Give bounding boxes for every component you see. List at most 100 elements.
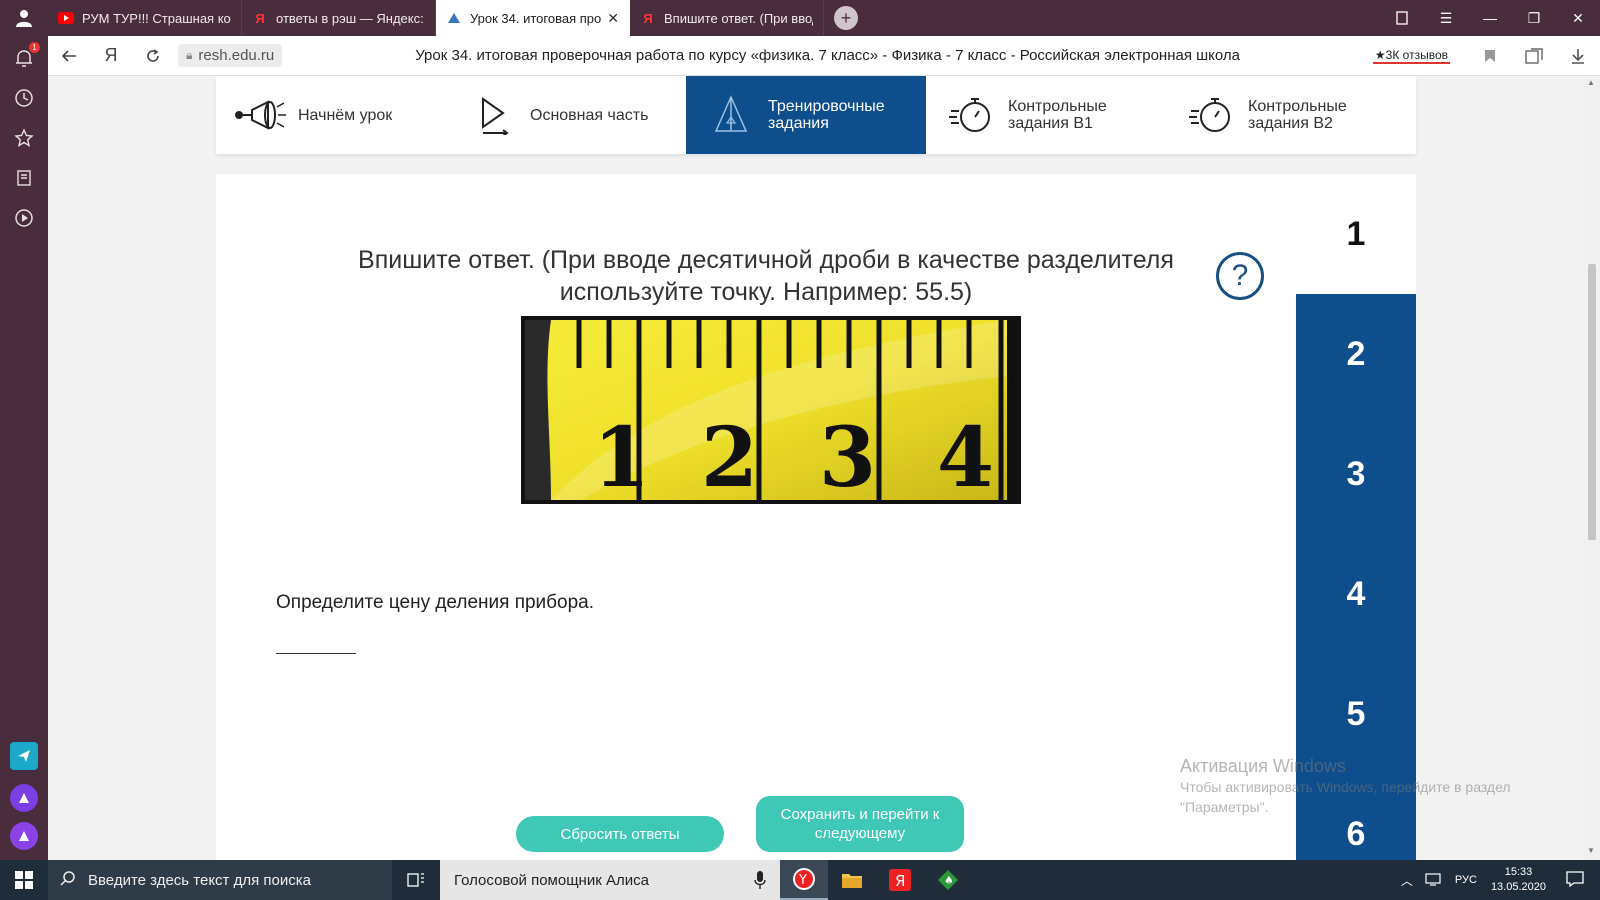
clock-date: 13.05.2020 <box>1490 881 1546 893</box>
pyramid-icon <box>704 95 758 135</box>
nav-label: Начнём урок <box>298 106 393 124</box>
resh-icon <box>446 10 462 26</box>
clock[interactable]: 15:33 13.05.2020 <box>1491 865 1546 895</box>
task-instruction: Впишите ответ. (При вводе десятичной дро… <box>358 246 1174 306</box>
scroll-down-icon[interactable]: ▼ <box>1587 846 1595 855</box>
taskbar-search[interactable]: Введите здесь текст для поиска <box>48 860 392 900</box>
tab-yandex-answer[interactable]: Я Впишите ответ. (При ввод <box>630 0 824 36</box>
ruler-number-1: 1 <box>593 410 650 504</box>
nav-main-part[interactable]: Основная часть <box>448 76 686 154</box>
search-icon <box>60 870 76 890</box>
url-field[interactable]: 🔒︎ resh.edu.ru <box>178 44 283 67</box>
reset-answers-button[interactable]: Сбросить ответы <box>516 816 724 852</box>
page-scrollbar[interactable]: ▲ ▼ <box>1584 76 1600 860</box>
collections-icon[interactable] <box>12 166 36 190</box>
lesson-navigation: Начнём урок Основная часть Тренировочные… <box>216 76 1416 154</box>
alice-label: Голосовой помощник Алиса <box>454 871 649 889</box>
alice-assistant-field[interactable]: Голосовой помощник Алиса <box>440 860 780 900</box>
notification-badge: 1 <box>29 42 40 53</box>
tray-expand-icon[interactable]: ︿ <box>1401 872 1413 889</box>
close-window-button[interactable]: ✕ <box>1556 0 1600 36</box>
video-icon[interactable] <box>12 206 36 230</box>
page-title: Урок 34. итоговая проверочная работа по … <box>415 47 1240 64</box>
restore-button[interactable]: ❐ <box>1512 0 1556 36</box>
task-view-icon[interactable] <box>392 860 440 900</box>
ruler-number-3: 3 <box>819 410 876 504</box>
profile-icon[interactable] <box>0 0 48 36</box>
nav-control-b1[interactable]: Контрольные задания В1 <box>926 76 1166 154</box>
file-explorer-icon[interactable] <box>828 860 876 900</box>
address-bar: Я 🔒︎ resh.edu.ru Урок 34. итоговая прове… <box>48 36 1600 76</box>
tab-title: Впишите ответ. (При ввод <box>664 10 813 26</box>
watermark-text: Чтобы активировать Windows, перейдите в … <box>1180 779 1511 815</box>
search-placeholder: Введите здесь текст для поиска <box>88 871 311 889</box>
reload-icon[interactable] <box>132 36 174 76</box>
yandex-app-icon[interactable]: Я <box>876 860 924 900</box>
tab-resh-lesson[interactable]: Урок 34. итоговая пров ✕ <box>436 0 630 36</box>
stopwatch-icon <box>944 95 998 135</box>
microphone-icon[interactable] <box>754 870 766 894</box>
language-indicator[interactable]: РУС <box>1455 874 1477 886</box>
nav-training-tasks[interactable]: Тренировочные задания <box>686 76 926 154</box>
action-center-icon[interactable] <box>1566 870 1584 890</box>
notifications-icon[interactable]: 1 <box>12 42 40 70</box>
svg-text:Y: Y <box>798 873 807 888</box>
task-question: Определите цену деления прибора. <box>276 592 595 613</box>
reviews-badge[interactable]: ★3К отзывов <box>1372 48 1450 64</box>
star-icon[interactable] <box>12 126 36 150</box>
step-2[interactable]: 2 <box>1296 294 1416 414</box>
yandex-icon: Я <box>643 10 653 26</box>
url-text: resh.edu.ru <box>198 47 275 64</box>
minimize-button[interactable]: — <box>1468 0 1512 36</box>
tab-yandex-search[interactable]: Я ответы в рэш — Яндекс: н <box>242 0 436 36</box>
network-icon[interactable] <box>1425 872 1443 889</box>
solitaire-icon[interactable]: ♠ <box>924 860 972 900</box>
measuring-tape-image: 1 2 3 4 <box>521 316 1021 504</box>
help-button[interactable]: ? <box>1216 252 1264 300</box>
svg-text:Я: Я <box>895 872 905 890</box>
stopwatch-icon <box>1184 95 1238 135</box>
save-and-next-button[interactable]: Сохранить и перейти к следующему <box>756 796 964 852</box>
answer-input[interactable] <box>276 636 356 654</box>
scroll-up-icon[interactable]: ▲ <box>1587 78 1595 87</box>
nav-control-b2[interactable]: Контрольные задания В2 <box>1166 76 1416 154</box>
alice-icon[interactable] <box>10 784 38 812</box>
window-controls: ☰ — ❐ ✕ <box>1380 0 1600 36</box>
step-4[interactable]: 4 <box>1296 534 1416 654</box>
bookmark-tabs-icon[interactable] <box>1380 0 1424 36</box>
nav-label: Контрольные задания В1 <box>1008 98 1107 132</box>
close-icon[interactable]: ✕ <box>607 10 619 27</box>
system-tray: ︿ РУС 15:33 13.05.2020 <box>1401 860 1600 900</box>
nav-start-lesson[interactable]: Начнём урок <box>216 76 448 154</box>
menu-icon[interactable]: ☰ <box>1424 0 1468 36</box>
clock-time: 15:33 <box>1504 866 1533 878</box>
alice-voice-icon[interactable] <box>10 822 38 850</box>
nav-label: Основная часть <box>530 106 649 124</box>
new-tab-button[interactable]: + <box>834 6 858 30</box>
messenger-icon[interactable] <box>10 742 38 770</box>
windows-start-icon[interactable] <box>0 860 48 900</box>
collections-add-icon[interactable] <box>1512 36 1556 76</box>
lock-icon: 🔒︎ <box>186 48 193 62</box>
play-icon <box>466 95 520 135</box>
bookmark-icon[interactable] <box>1468 36 1512 76</box>
history-icon[interactable] <box>12 86 36 110</box>
windows-taskbar: Введите здесь текст для поиска Голосовой… <box>0 860 1600 900</box>
back-button[interactable] <box>48 36 90 76</box>
scrollbar-thumb[interactable] <box>1588 264 1596 540</box>
step-3[interactable]: 3 <box>1296 414 1416 534</box>
svg-text:♠: ♠ <box>944 874 954 887</box>
ruler-number-4: 4 <box>937 410 994 504</box>
watermark-title: Активация Windows <box>1180 756 1346 776</box>
step-1[interactable]: 1 <box>1296 174 1416 294</box>
tab-title: РУМ ТУР!!! Страшная ком <box>82 10 231 26</box>
yandex-browser-taskbar-icon[interactable]: Y <box>780 860 828 900</box>
download-icon[interactable] <box>1556 36 1600 76</box>
tab-youtube[interactable]: РУМ ТУР!!! Страшная ком <box>48 0 242 36</box>
nav-label: Контрольные задания В2 <box>1248 98 1347 132</box>
youtube-icon <box>58 10 74 26</box>
yandex-icon: Я <box>255 10 265 26</box>
yandex-home-icon[interactable]: Я <box>90 36 132 76</box>
tab-title: Урок 34. итоговая пров <box>470 10 602 26</box>
browser-sidebar: 1 <box>0 36 48 860</box>
